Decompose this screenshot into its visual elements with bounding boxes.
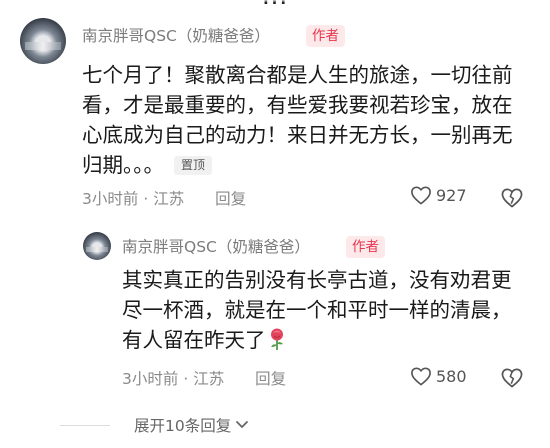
like-count: 580: [436, 366, 467, 386]
comment-text: 七个月了！聚散离合都是人生的旅途，一切往前 看，才是最重要的，有些爱我要视若珍宝…: [82, 60, 513, 180]
avatar[interactable]: [20, 18, 66, 64]
reply-button[interactable]: 回复: [255, 370, 286, 388]
like-button[interactable]: 580: [410, 366, 467, 386]
meta-separator: ·: [183, 370, 189, 388]
comment-time: 3小时前: [82, 190, 139, 208]
comment-time: 3小时前: [122, 370, 179, 388]
comment-location: 江苏: [193, 370, 225, 388]
comment-line-last: 归期。。。 置顶: [82, 150, 513, 180]
comment-meta: 3小时前 · 江苏 回复: [122, 367, 286, 389]
comment-location: 江苏: [153, 190, 185, 208]
comment-meta: 3小时前 · 江苏 回复: [82, 187, 246, 209]
pinned-badge: 置顶: [174, 156, 213, 175]
dislike-heart-icon[interactable]: [500, 187, 524, 208]
meta-separator: ·: [143, 190, 149, 208]
comment-line: 尽一杯酒，就是在一个和平时一样的清晨，: [122, 298, 512, 322]
divider-line: [60, 424, 110, 426]
comment-line: 看，才是最重要的，有些爱我要视若珍宝，放在: [82, 93, 513, 117]
author-tag: 作者: [346, 236, 385, 258]
expand-replies-label: 展开10条回复: [134, 417, 232, 435]
heart-outline-icon: [411, 367, 431, 386]
comment-line: 归期。。。: [82, 153, 164, 177]
like-button[interactable]: 927: [410, 185, 467, 205]
comment-username[interactable]: 南京胖哥QSC（奶糖爸爸）: [122, 235, 310, 257]
comment-username[interactable]: 南京胖哥QSC（奶糖爸爸）: [82, 24, 270, 46]
avatar[interactable]: [83, 232, 111, 260]
chevron-down-icon: [236, 421, 249, 428]
heart-outline-icon: [411, 186, 431, 205]
expand-replies-button[interactable]: 展开10条回复: [60, 414, 249, 436]
comment-line-last: 有人留在昨天了: [122, 325, 512, 355]
reply-button[interactable]: 回复: [215, 190, 246, 208]
comment-line: 七个月了！聚散离合都是人生的旅途，一切往前: [82, 63, 513, 87]
comment-line: 其实真正的告别没有长亭古道，没有劝君更: [122, 268, 512, 292]
comment-line: 有人留在昨天了: [122, 328, 266, 352]
dislike-heart-icon[interactable]: [500, 367, 524, 388]
author-tag: 作者: [306, 25, 345, 47]
comment-line: 心底成为自己的动力！来日并无方长，一别再无: [82, 123, 513, 147]
partial-header-text: ???: [0, 0, 550, 8]
comment-text: 其实真正的告别没有长亭古道，没有劝君更 尽一杯酒，就是在一个和平时一样的清晨， …: [122, 265, 512, 355]
rose-emoji-icon: [270, 328, 283, 350]
like-count: 927: [436, 185, 467, 205]
